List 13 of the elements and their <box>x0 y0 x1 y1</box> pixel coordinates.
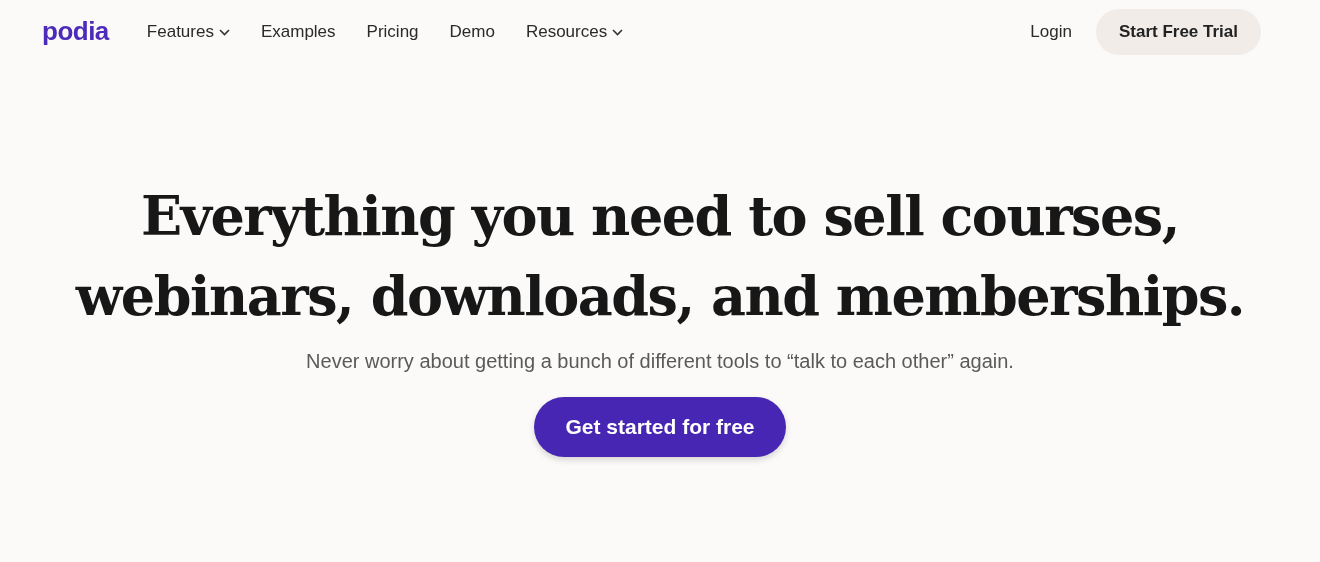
nav-link[interactable]: Resources <box>525 22 624 42</box>
start-trial-button[interactable]: Start Free Trial <box>1095 9 1261 55</box>
subheadline: Never worry about getting a bunch of different tools to “talk to each other” again. <box>306 350 1014 373</box>
nav-link[interactable]: Features <box>146 22 230 42</box>
nav-link[interactable]: Demo <box>449 22 495 42</box>
chevron-down-icon <box>612 28 624 36</box>
nav-link[interactable]: Examples <box>260 22 336 42</box>
logo[interactable]: podia <box>42 15 109 47</box>
login-link[interactable]: Login <box>1030 22 1072 42</box>
chevron-down-icon <box>218 28 230 36</box>
nav-link[interactable]: Pricing <box>366 22 419 42</box>
get-started-button[interactable]: Get started for free <box>534 397 786 457</box>
headline: Everything you need to sell courses, webinars, downloads, and memberships. <box>75 183 1245 330</box>
